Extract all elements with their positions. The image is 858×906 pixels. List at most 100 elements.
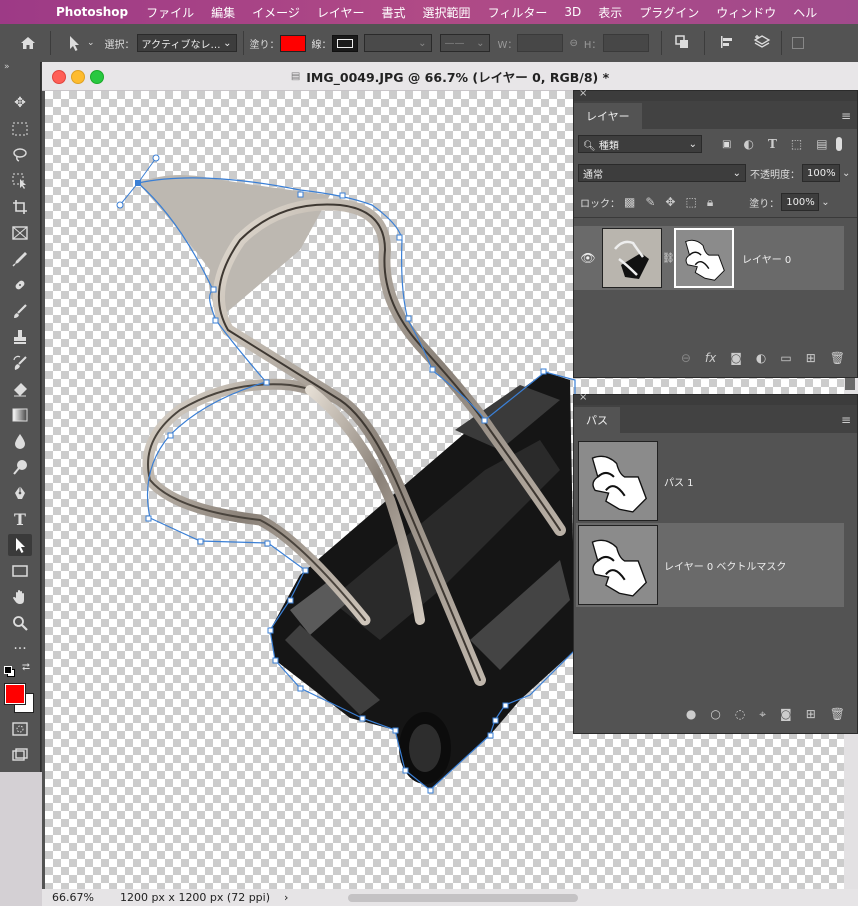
zoom-window-button[interactable]: [90, 70, 104, 84]
rectangle-tool-icon[interactable]: [8, 560, 32, 582]
crop-tool-icon[interactable]: [8, 196, 32, 218]
opacity-field[interactable]: 100%: [802, 164, 840, 182]
fill-path-icon[interactable]: ●: [686, 707, 696, 721]
chevron-down-icon[interactable]: ⌄: [842, 168, 850, 179]
swap-colors-icon[interactable]: ⮂: [22, 662, 30, 673]
stroke-path-icon[interactable]: ○: [710, 707, 720, 721]
lock-position-icon[interactable]: ✥: [665, 195, 675, 209]
path-name[interactable]: レイヤー 0 ベクトルマスク: [664, 558, 786, 573]
more-tools-icon[interactable]: ···: [8, 638, 32, 660]
clone-stamp-tool-icon[interactable]: [8, 326, 32, 348]
type-tool-icon[interactable]: T: [8, 508, 32, 530]
stroke-type-dropdown[interactable]: —— ⌄: [439, 34, 490, 52]
lasso-tool-icon[interactable]: [8, 144, 32, 166]
new-adjustment-layer-icon[interactable]: ◐: [756, 351, 766, 365]
collapse-icon[interactable]: »: [4, 62, 10, 72]
blur-tool-icon[interactable]: [8, 430, 32, 452]
menu-file[interactable]: ファイル: [146, 4, 194, 21]
menu-edit[interactable]: 編集: [211, 4, 235, 21]
select-mode-dropdown[interactable]: アクティブなレ… ⌄: [136, 34, 237, 52]
gradient-tool-icon[interactable]: [8, 404, 32, 426]
chain-link-icon[interactable]: ⛓︎: [662, 253, 675, 264]
object-selection-tool-icon[interactable]: [8, 170, 32, 192]
status-menu-icon[interactable]: ›: [284, 891, 288, 904]
default-colors-icon[interactable]: [4, 666, 15, 677]
tab-layers[interactable]: レイヤー: [574, 103, 642, 129]
frame-tool-icon[interactable]: [8, 222, 32, 244]
load-as-selection-icon[interactable]: ◌: [735, 707, 745, 721]
eyedropper-tool-icon[interactable]: [8, 248, 32, 270]
filter-smart-object-icon[interactable]: ▤: [816, 137, 827, 151]
eye-icon[interactable]: 👁︎: [574, 251, 602, 265]
screen-mode-icon[interactable]: [8, 744, 32, 766]
layer-row[interactable]: 👁︎ ⛓︎ レイヤー 0: [574, 226, 844, 290]
healing-brush-tool-icon[interactable]: [8, 274, 32, 296]
move-tool-icon[interactable]: ✥: [8, 92, 32, 114]
marquee-tool-icon[interactable]: [8, 118, 32, 140]
lock-transparent-icon[interactable]: ▩: [624, 195, 635, 209]
make-work-path-icon[interactable]: ⌖: [759, 707, 766, 722]
document-title-bar[interactable]: ▤ IMG_0049.JPG @ 66.7% (レイヤー 0, RGB/8) *: [42, 62, 858, 91]
filter-adjustment-icon[interactable]: ◐: [743, 137, 753, 151]
panel-menu-icon[interactable]: ≡: [841, 413, 851, 427]
menu-select[interactable]: 選択範囲: [423, 4, 471, 21]
lock-all-icon[interactable]: 🔒︎: [707, 195, 713, 210]
menu-app-name[interactable]: Photoshop: [56, 5, 128, 19]
layer-style-icon[interactable]: fx: [705, 351, 716, 365]
hand-tool-icon[interactable]: [8, 586, 32, 608]
filter-toggle-icon[interactable]: [835, 137, 842, 151]
path-row-selected[interactable]: レイヤー 0 ベクトルマスク: [576, 523, 844, 607]
lock-image-icon[interactable]: ✎: [645, 195, 655, 209]
history-brush-tool-icon[interactable]: [8, 352, 32, 374]
close-window-button[interactable]: [52, 70, 66, 84]
foreground-color-swatch[interactable]: [4, 683, 26, 705]
filter-shape-icon[interactable]: ⬚: [791, 137, 802, 151]
link-icon[interactable]: ⊖: [569, 38, 577, 49]
menu-window[interactable]: ウィンドウ: [716, 4, 776, 21]
path-arrangement-icon[interactable]: [753, 34, 771, 53]
new-layer-icon[interactable]: ⊞: [806, 351, 816, 365]
new-path-icon[interactable]: ⊞: [806, 707, 816, 721]
zoom-level[interactable]: 66.67%: [52, 891, 94, 904]
filter-type-icon[interactable]: T: [768, 137, 777, 151]
minimize-window-button[interactable]: [71, 70, 85, 84]
align-edges-checkbox[interactable]: [792, 37, 805, 49]
path-operations-icon[interactable]: [674, 34, 690, 53]
link-layers-icon[interactable]: ⊖: [681, 351, 691, 365]
stroke-width-field[interactable]: ⌄: [363, 34, 432, 52]
lock-artboard-icon[interactable]: ⬚: [685, 195, 696, 209]
new-group-icon[interactable]: ▭: [780, 351, 791, 365]
path-alignment-icon[interactable]: [719, 34, 735, 53]
trash-icon[interactable]: 🗑︎: [830, 707, 845, 721]
filter-pixel-icon[interactable]: ▣: [722, 139, 731, 150]
close-icon[interactable]: ×: [579, 88, 587, 99]
menu-help[interactable]: ヘル: [793, 4, 817, 21]
stroke-color-swatch[interactable]: [331, 34, 358, 52]
close-icon[interactable]: ×: [579, 392, 587, 403]
trash-icon[interactable]: 🗑︎: [830, 351, 845, 365]
width-field[interactable]: [517, 34, 564, 52]
chevron-down-icon[interactable]: ⌄: [821, 197, 829, 208]
menu-filter[interactable]: フィルター: [488, 4, 548, 21]
layer-name[interactable]: レイヤー 0: [742, 251, 791, 266]
document-info[interactable]: 1200 px x 1200 px (72 ppi): [120, 891, 270, 904]
home-icon[interactable]: [18, 36, 38, 50]
path-selection-tool-icon[interactable]: ⌄: [65, 34, 95, 52]
horizontal-scrollbar[interactable]: [348, 893, 579, 902]
panel-scrollbar[interactable]: [845, 378, 855, 390]
pen-tool-icon[interactable]: [8, 482, 32, 504]
menu-layer[interactable]: レイヤー: [317, 4, 365, 21]
add-mask-icon[interactable]: ◙: [730, 351, 742, 365]
menu-plugins[interactable]: プラグイン: [639, 4, 699, 21]
path-name[interactable]: パス 1: [664, 474, 694, 489]
fill-field[interactable]: 100%: [781, 193, 820, 211]
quick-mask-icon[interactable]: [8, 718, 32, 740]
fill-color-swatch[interactable]: [279, 34, 306, 52]
menu-image[interactable]: イメージ: [252, 4, 300, 21]
filter-kind-dropdown[interactable]: 🔍︎ 種類 ⌄: [578, 135, 702, 153]
direct-selection-tool-icon[interactable]: [8, 534, 32, 556]
blend-mode-dropdown[interactable]: 通常 ⌄: [578, 164, 746, 182]
height-field[interactable]: [603, 34, 650, 52]
panel-menu-icon[interactable]: ≡: [841, 109, 851, 123]
dodge-tool-icon[interactable]: [8, 456, 32, 478]
